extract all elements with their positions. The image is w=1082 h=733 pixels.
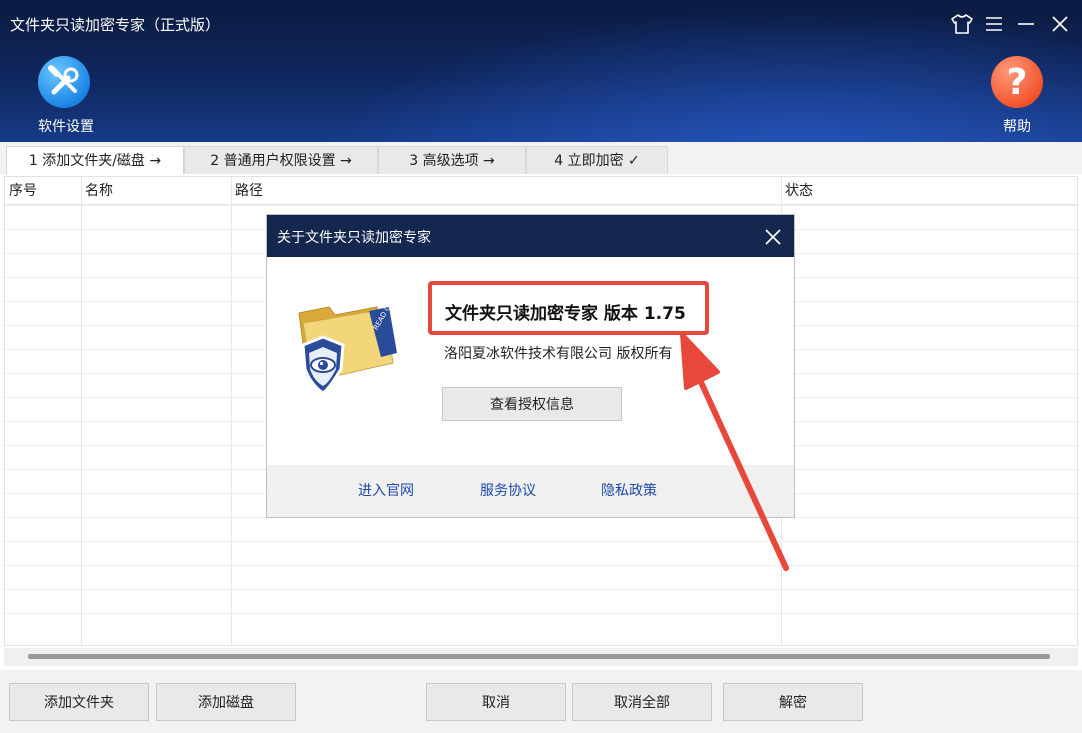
column-divider: [231, 177, 232, 645]
skin-icon[interactable]: [948, 10, 976, 38]
help-label: 帮助: [1003, 119, 1031, 135]
settings-button[interactable]: 软件设置: [30, 56, 102, 138]
column-header-index[interactable]: 序号: [5, 177, 81, 205]
step-tabs: 1 添加文件夹/磁盘 → 2 普通用户权限设置 → 3 高级选项 → 4 立即加…: [0, 142, 1082, 174]
table-row-divider: [5, 589, 1077, 590]
product-folder-icon: READ ONLY: [289, 292, 399, 403]
menu-icon[interactable]: [980, 10, 1008, 38]
annotation-arrow: [680, 332, 789, 571]
table-row-divider: [5, 205, 1077, 206]
close-icon[interactable]: [1046, 10, 1074, 38]
add-disk-button[interactable]: 添加磁盘: [156, 683, 296, 721]
horizontal-scrollbar[interactable]: [4, 648, 1078, 666]
question-icon: ?: [991, 56, 1043, 108]
add-folder-button[interactable]: 添加文件夹: [9, 683, 149, 721]
minimize-icon[interactable]: [1012, 10, 1040, 38]
cancel-button[interactable]: 取消: [426, 683, 566, 721]
scrollbar-thumb[interactable]: [28, 654, 1050, 659]
tab-add-folder[interactable]: 1 添加文件夹/磁盘 →: [6, 146, 184, 174]
dialog-titlebar: 关于文件夹只读加密专家: [267, 215, 794, 257]
table-row-divider: [5, 613, 1077, 614]
tools-icon: [38, 56, 90, 108]
settings-label: 软件设置: [38, 119, 94, 135]
table-row-divider: [5, 565, 1077, 566]
tab-permission[interactable]: 2 普通用户权限设置 →: [184, 146, 378, 174]
dialog-close-icon[interactable]: [761, 225, 785, 249]
column-divider: [81, 177, 82, 645]
column-header-path[interactable]: 路径: [231, 177, 781, 205]
service-agreement-link[interactable]: 服务协议: [480, 480, 536, 500]
dialog-title: 关于文件夹只读加密专家: [277, 230, 431, 246]
official-site-link[interactable]: 进入官网: [358, 480, 414, 500]
cancel-all-button[interactable]: 取消全部: [572, 683, 712, 721]
decrypt-button[interactable]: 解密: [723, 683, 863, 721]
view-license-button[interactable]: 查看授权信息: [442, 387, 622, 421]
table-row-divider: [5, 541, 1077, 542]
app-header: 文件夹只读加密专家（正式版） 软件设置 ? 帮助: [0, 0, 1082, 142]
copyright-text: 洛阳夏冰软件技术有限公司 版权所有: [444, 346, 673, 362]
tab-encrypt[interactable]: 4 立即加密 ✓: [526, 146, 668, 174]
help-button[interactable]: ? 帮助: [984, 56, 1050, 138]
column-header-name[interactable]: 名称: [81, 177, 231, 205]
window-title: 文件夹只读加密专家（正式版）: [10, 16, 221, 34]
privacy-policy-link[interactable]: 隐私政策: [601, 480, 657, 500]
column-header-status[interactable]: 状态: [781, 177, 1077, 205]
tab-advanced[interactable]: 3 高级选项 →: [378, 146, 526, 174]
bottom-toolbar: 添加文件夹 添加磁盘 取消 取消全部 解密: [0, 670, 1082, 733]
